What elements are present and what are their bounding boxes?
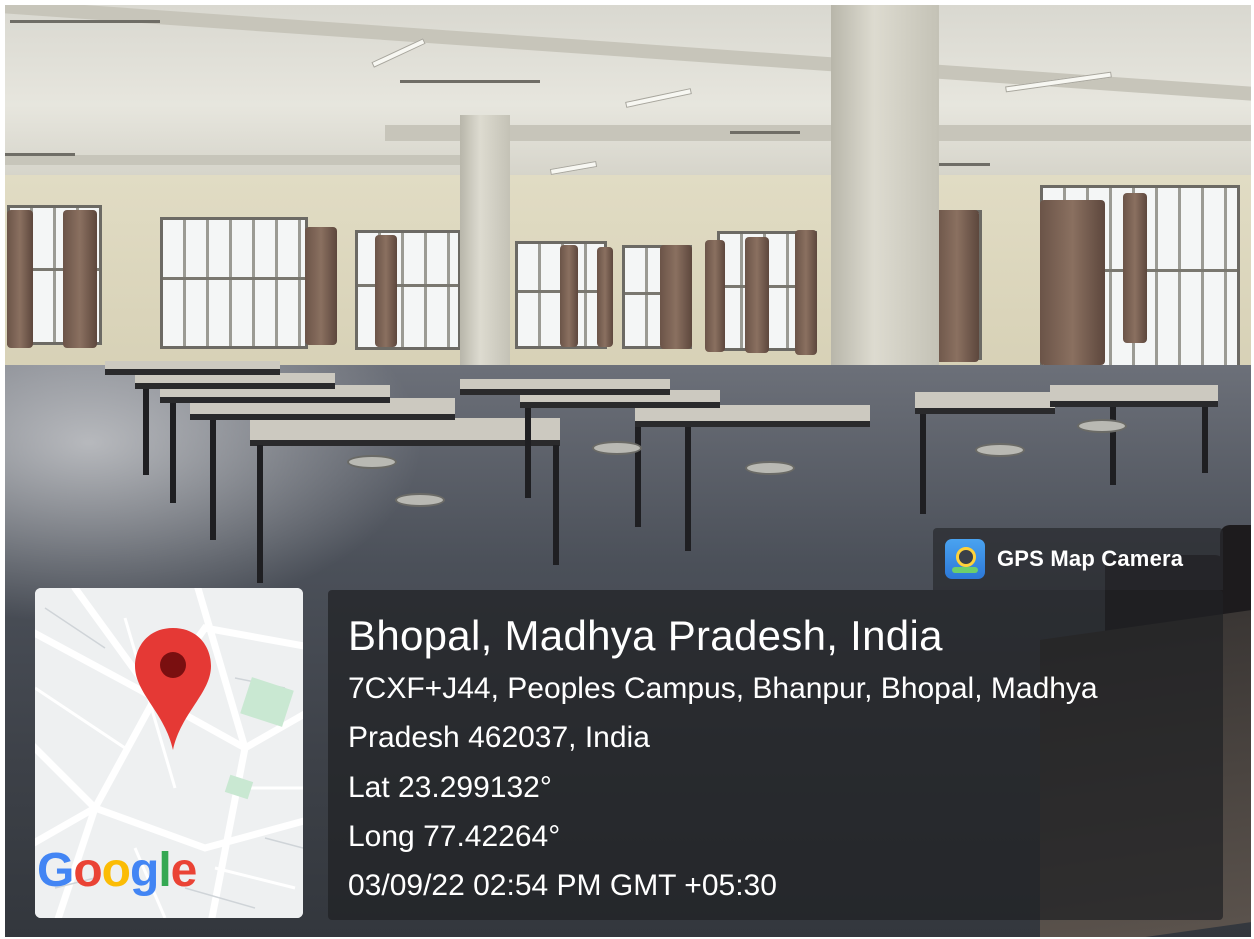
desk <box>105 361 280 375</box>
curtain <box>560 245 578 347</box>
photo-frame: GPS Map Camera Google Bhopal, Madhya Pra… <box>5 5 1251 937</box>
curtain <box>1040 200 1105 365</box>
curtain <box>1123 193 1147 343</box>
desk <box>460 379 670 395</box>
desk-leg <box>210 420 216 540</box>
desk <box>250 418 560 446</box>
curtain <box>63 210 97 348</box>
longitude: Long 77.42264° <box>348 820 561 853</box>
place-name: Bhopal, Madhya Pradesh, India <box>348 612 943 659</box>
stool <box>347 455 397 469</box>
curtain <box>935 210 979 362</box>
window <box>355 230 461 350</box>
curtain <box>305 227 337 345</box>
ceiling-fan <box>400 80 540 83</box>
stool <box>395 493 445 507</box>
stool <box>975 443 1025 457</box>
camera-location-icon <box>945 539 985 579</box>
app-badge: GPS Map Camera <box>933 528 1223 590</box>
desk <box>1050 385 1218 407</box>
ceiling-fan <box>10 20 160 23</box>
stool <box>592 441 642 455</box>
desk-leg <box>635 427 641 527</box>
ceiling-beam <box>5 155 475 165</box>
desk-leg <box>170 403 176 503</box>
desk-leg <box>553 445 559 565</box>
desk-leg <box>525 408 531 498</box>
desk-leg <box>920 414 926 514</box>
pillar <box>460 115 510 377</box>
desk <box>915 392 1055 414</box>
map-thumbnail[interactable]: Google <box>35 588 303 918</box>
ceiling-fan <box>930 163 990 166</box>
ceiling-fan <box>5 153 75 156</box>
stool <box>745 461 795 475</box>
timestamp: 03/09/22 02:54 PM GMT +05:30 <box>348 869 777 902</box>
curtain <box>7 210 33 348</box>
desk-leg <box>143 389 149 475</box>
curtain <box>745 237 769 353</box>
latitude: Lat 23.299132° <box>348 771 552 804</box>
curtain <box>375 235 397 347</box>
address-line-2: Pradesh 462037, India <box>348 721 650 754</box>
app-badge-label: GPS Map Camera <box>997 546 1184 571</box>
curtain <box>705 240 725 352</box>
curtain <box>795 230 817 355</box>
window <box>160 217 308 349</box>
desk <box>135 373 335 389</box>
desk-leg <box>685 427 691 551</box>
desk-leg <box>257 445 263 583</box>
desk <box>635 405 870 427</box>
desk-leg <box>1202 407 1208 473</box>
map-streets: Google <box>35 588 303 918</box>
location-info-panel: Bhopal, Madhya Pradesh, India 7CXF+J44, … <box>328 590 1223 920</box>
google-logo: Google <box>37 844 197 897</box>
ceiling-beam <box>385 125 1251 141</box>
address-line-1: 7CXF+J44, Peoples Campus, Bhanpur, Bhopa… <box>348 672 1098 705</box>
curtain <box>660 245 692 349</box>
stool <box>1077 419 1127 433</box>
curtain <box>597 247 613 347</box>
ceiling-fan <box>730 131 800 134</box>
